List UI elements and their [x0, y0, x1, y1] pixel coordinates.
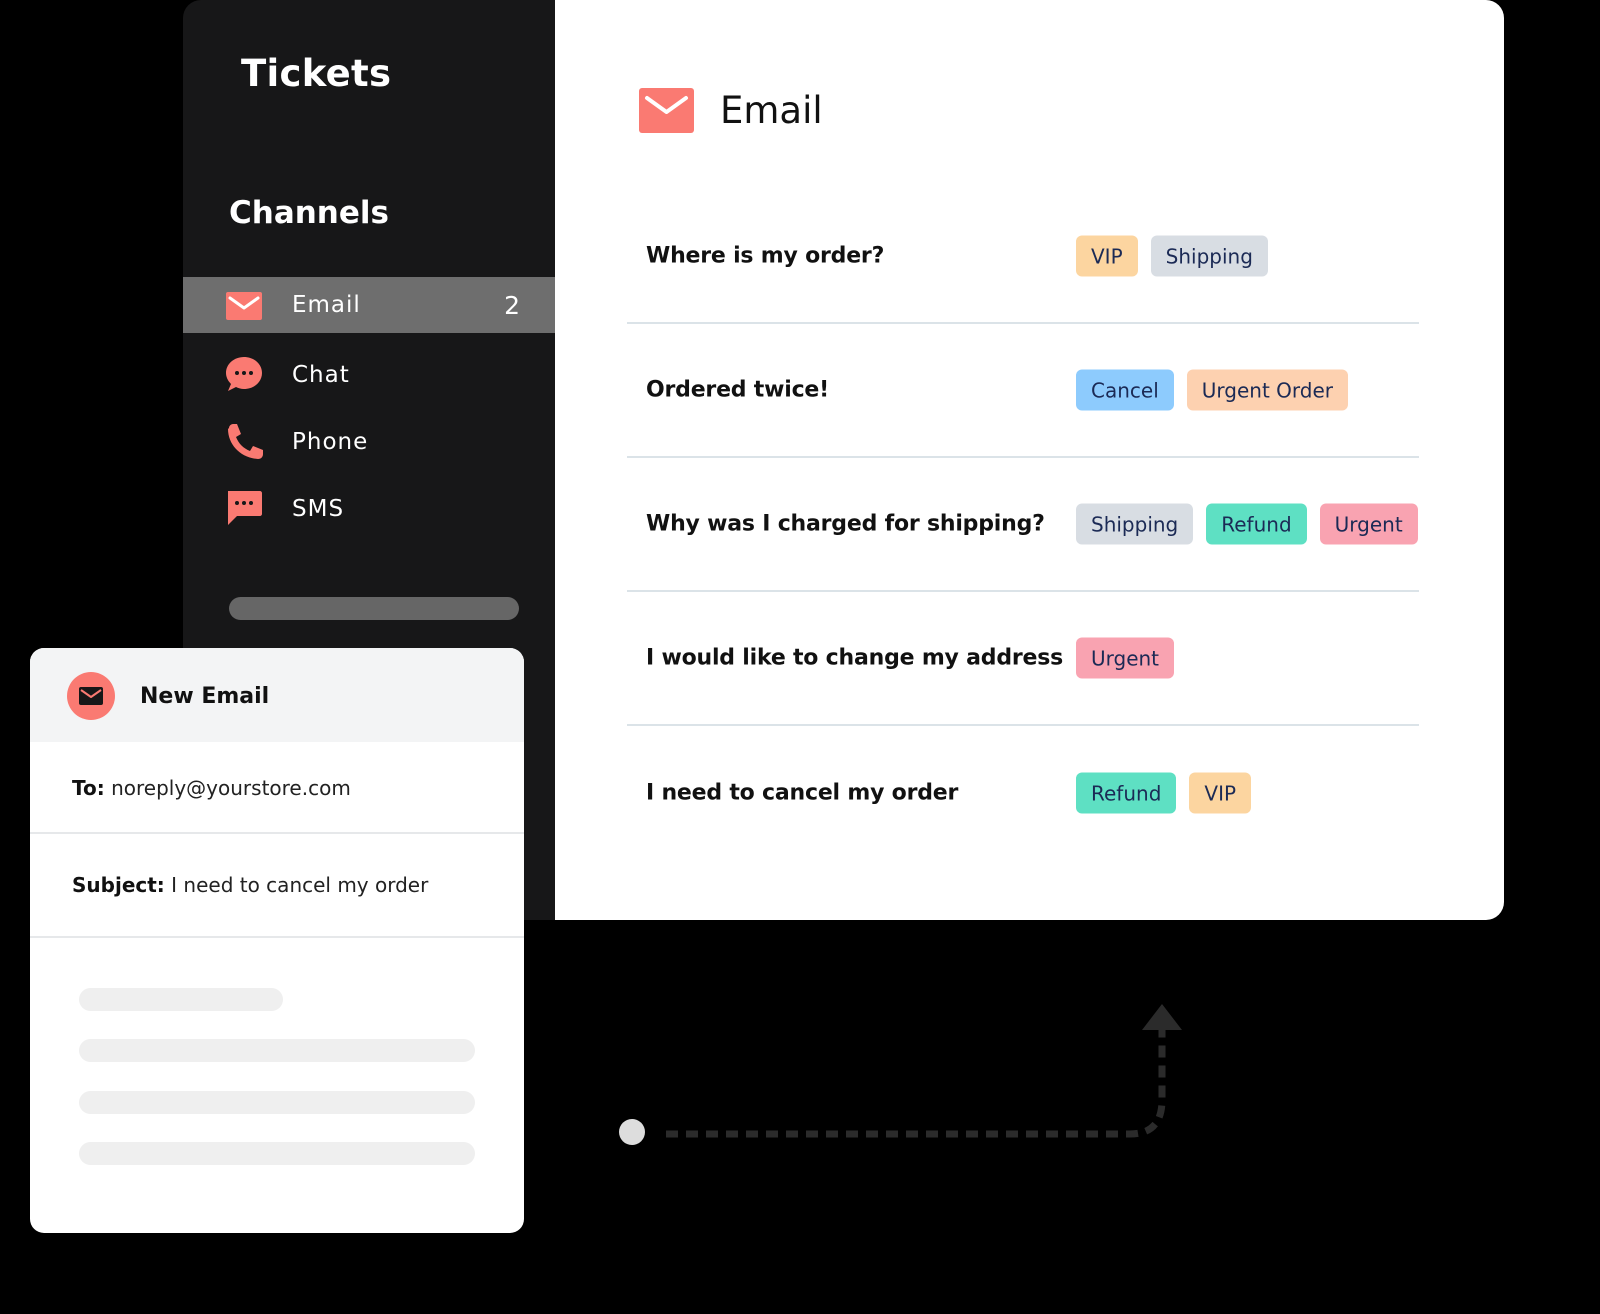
subject-value: I need to cancel my order	[171, 873, 429, 897]
subject-label: Subject:	[72, 873, 165, 897]
body-placeholder-line	[79, 1039, 475, 1062]
body-placeholder-line	[79, 988, 283, 1011]
card-title: New Email	[140, 684, 270, 709]
arrow-line	[666, 1030, 1166, 1138]
card-header: New Email	[30, 648, 524, 742]
to-label: To:	[72, 776, 105, 800]
subject-field[interactable]: Subject: I need to cancel my order	[30, 834, 524, 938]
to-value: noreply@yourstore.com	[111, 776, 351, 800]
new-email-card: New Email To: noreply@yourstore.com Subj…	[30, 648, 524, 1233]
to-field[interactable]: To: noreply@yourstore.com	[30, 742, 524, 834]
body-placeholder-line	[79, 1091, 475, 1114]
arrow-origin-dot	[619, 1119, 645, 1145]
new-email-icon	[67, 672, 115, 720]
body-placeholder-line	[79, 1142, 475, 1165]
arrow-head-icon	[1142, 1004, 1182, 1030]
